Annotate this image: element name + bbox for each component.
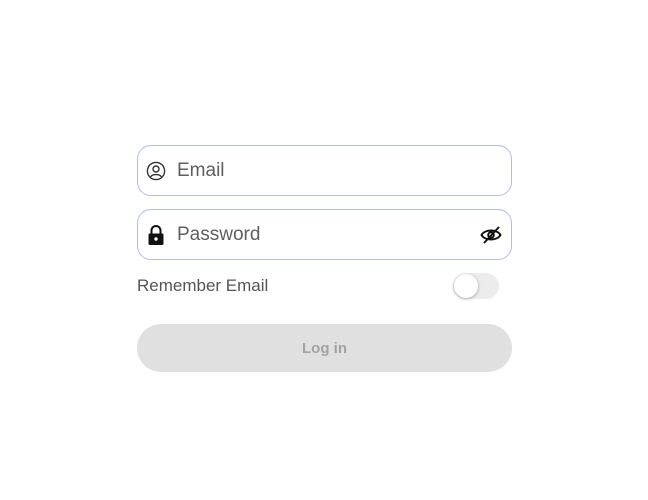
toggle-knob: [454, 274, 478, 298]
email-input[interactable]: [177, 146, 471, 195]
remember-email-label: Remember Email: [137, 276, 269, 295]
eye-slash-icon[interactable]: [479, 223, 503, 247]
password-field-container[interactable]: [137, 209, 512, 260]
login-form: Remember Email Log in: [137, 145, 512, 372]
password-input[interactable]: [177, 210, 471, 259]
login-button[interactable]: Log in: [137, 324, 512, 372]
user-circle-icon: [146, 160, 166, 182]
remember-email-toggle[interactable]: [453, 273, 499, 299]
lock-icon: [146, 224, 166, 246]
email-field-container[interactable]: [137, 145, 512, 196]
login-page: Remember Email Log in: [0, 0, 648, 500]
remember-email-row: Remember Email: [137, 273, 512, 299]
